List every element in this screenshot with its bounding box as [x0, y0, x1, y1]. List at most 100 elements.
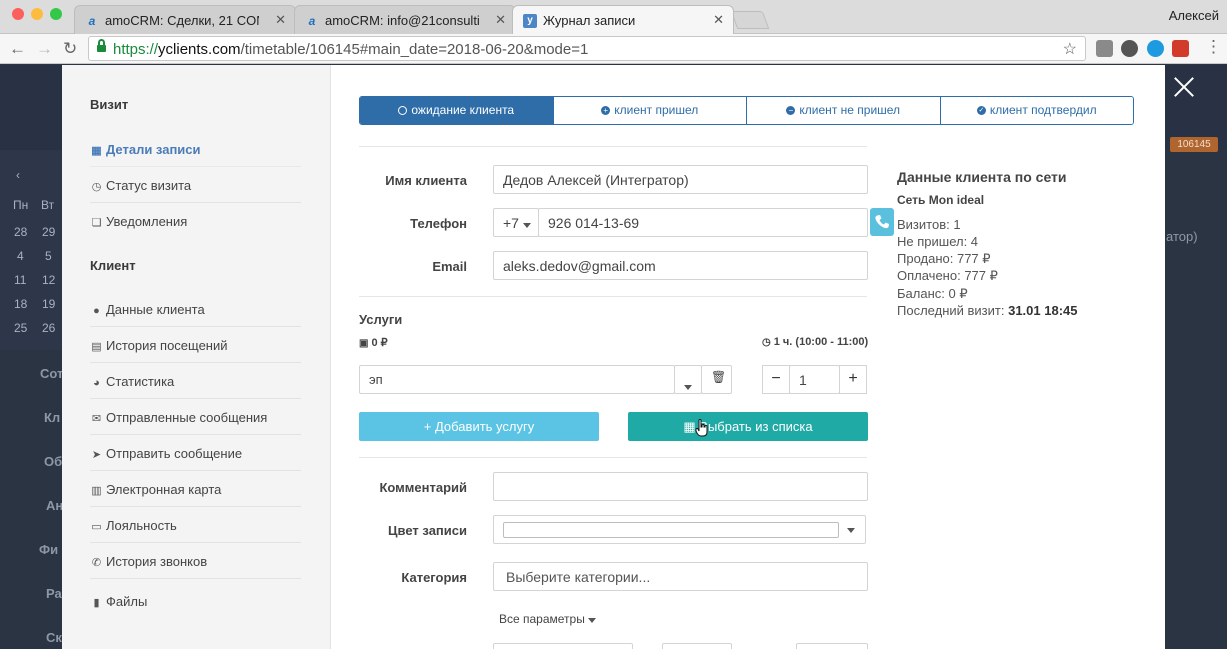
phone-input[interactable]: 926 014-13-69 [538, 208, 868, 237]
add-service-button[interactable]: + Добавить услугу [359, 412, 599, 441]
sidebar-heading-visit: Визит [90, 97, 129, 112]
client-name-label: Имя клиента [385, 173, 467, 188]
service-select-value: эп [369, 372, 383, 387]
reload-icon[interactable]: ↻ [63, 39, 77, 59]
services-duration-value: 1 ч. (10:00 - 11:00) [773, 336, 869, 348]
forward-arrow-icon[interactable]: → [36, 39, 53, 59]
sidebar-item-label: Отправить сообщение [106, 446, 243, 461]
close-icon[interactable]: ✕ [713, 12, 724, 28]
all-parameters-toggle[interactable]: Все параметры [499, 612, 597, 626]
weekday: Пн [13, 198, 29, 212]
status-tab-no-show[interactable]: клиент не пришел [746, 97, 940, 124]
client-sold: Продано: 777 ₽ [897, 251, 991, 266]
sidebar-heading-client: Клиент [90, 258, 136, 273]
window-maximize-button[interactable] [50, 8, 62, 20]
client-network-title: Данные клиента по сети [897, 169, 1067, 185]
window-close-button[interactable] [12, 8, 24, 20]
sidebar-item-statistics[interactable]: ◕ Статистика [90, 363, 301, 399]
email-input[interactable]: aleks.dedov@gmail.com [493, 251, 868, 280]
sidebar-item-files[interactable]: ▮ Файлы [90, 583, 301, 619]
browser-tab-journal[interactable]: y Журнал записи ✕ [512, 5, 734, 34]
client-last-visit: Последний визит: 31.01 18:45 [897, 303, 1078, 318]
extra-field[interactable] [662, 643, 732, 649]
url-input[interactable]: https://yclients.com/timetable/106145#ma… [88, 36, 1086, 61]
close-icon[interactable]: ✕ [275, 12, 286, 28]
sidebar-item-appointment-details[interactable]: ▦ Детали записи [90, 131, 301, 167]
clock-icon: ◷ [91, 181, 102, 193]
sidebar-item-visit-status[interactable]: ◷ Статус визита [90, 167, 301, 203]
lock-icon [97, 39, 106, 53]
phone-country-code-select[interactable]: +7 [493, 208, 539, 237]
category-label: Категория [401, 570, 467, 585]
status-tab-waiting[interactable]: ожидание клиента [360, 97, 553, 124]
tab-title: amoCRM: Сделки, 21 CONSUL [105, 13, 259, 28]
quantity-increase-button[interactable]: + [839, 365, 867, 394]
record-color-select[interactable] [493, 515, 866, 544]
status-tab-label: клиент пришел [614, 103, 699, 117]
bookmark-star-icon[interactable]: ☆ [1063, 39, 1077, 59]
sidebar-item-visit-history[interactable]: ▤ История посещений [90, 327, 301, 363]
browser-toolbar: ← → ↻ https://yclients.com/timetable/106… [0, 34, 1227, 64]
phone-country-code: +7 [503, 215, 519, 231]
sidebar-item-notifications[interactable]: ❏ Уведомления [90, 203, 301, 239]
service-select-toggle[interactable] [674, 365, 702, 394]
comments-icon: ❏ [91, 217, 102, 229]
client-name-input[interactable]: Дедов Алексей (Интегратор) [493, 165, 868, 194]
new-tab-button[interactable] [730, 11, 770, 29]
category-select[interactable]: Выберите категории... [493, 562, 868, 591]
extension-icon[interactable] [1096, 40, 1113, 57]
status-tab-confirmed[interactable]: клиент подтвердил [939, 97, 1133, 124]
browser-profile-name[interactable]: Алексей [1169, 8, 1219, 23]
calendar-icon: ▦ [91, 145, 102, 157]
sidebar-item-sent-messages[interactable]: ✉ Отправленные сообщения [90, 399, 301, 435]
quantity-decrease-button[interactable]: − [762, 365, 790, 394]
evernote-extension-icon[interactable] [1121, 40, 1138, 57]
client-no-show: Не пришел: 4 [897, 234, 979, 249]
minus-circle-icon [786, 97, 796, 124]
service-select[interactable]: эп [359, 365, 675, 394]
services-total-value: 0 ₽ [371, 337, 388, 349]
browser-tab-amocrm-deals[interactable]: a amoCRM: Сделки, 21 CONSUL ✕ [74, 5, 296, 34]
modal-close-icon[interactable] [1170, 74, 1198, 102]
call-button[interactable] [870, 208, 894, 236]
sidebar-item-label: Отправленные сообщения [106, 410, 268, 425]
trash-icon: 🗑 [711, 370, 727, 384]
sidebar-item-label: История посещений [106, 338, 228, 353]
amocrm-favicon-icon: a [88, 14, 96, 28]
sidebar-item-loyalty[interactable]: ▭ Лояльность [90, 507, 301, 543]
sync-extension-icon[interactable] [1147, 40, 1164, 57]
sidebar-item-send-message[interactable]: ➤ Отправить сообщение [90, 435, 301, 471]
menu-fragment: Фи [39, 542, 59, 557]
browser-menu-icon[interactable]: ⋮ [1205, 37, 1222, 57]
url-path: /timetable/106145#main_date=2018-06-20&m… [240, 41, 589, 58]
close-icon[interactable]: ✕ [495, 12, 506, 28]
sidebar-item-call-history[interactable]: ✆ История звонков [90, 543, 301, 579]
sidebar-item-client-data[interactable]: ● Данные клиента [90, 291, 301, 327]
money-icon: ▣ [359, 338, 369, 349]
calendar-day: 26 [42, 321, 56, 335]
calendar-day: 18 [14, 297, 28, 311]
calendar-day: 28 [14, 225, 28, 239]
last-visit-value: 31.01 18:45 [1008, 303, 1078, 318]
back-arrow-icon[interactable]: ← [9, 39, 26, 59]
choose-from-list-button[interactable]: ▦ Выбрать из списка [628, 412, 868, 441]
service-delete-button[interactable]: 🗑 [701, 365, 732, 394]
clock-icon [398, 106, 408, 115]
browser-tabstrip: a amoCRM: Сделки, 21 CONSUL ✕ a amoCRM: … [0, 0, 1227, 34]
tab-title: amoCRM: info@21consulting.r [325, 13, 479, 28]
extra-field[interactable] [796, 643, 868, 649]
grid-icon: ▦ [683, 419, 696, 434]
error-extension-icon[interactable] [1172, 40, 1189, 57]
comment-input[interactable] [493, 472, 868, 501]
divider [359, 457, 867, 458]
extra-field[interactable] [493, 643, 633, 649]
quantity-input[interactable]: 1 [789, 365, 840, 394]
barcode-icon: ▥ [91, 485, 102, 497]
record-color-label: Цвет записи [388, 523, 467, 538]
sidebar-item-electronic-card[interactable]: ▥ Электронная карта [90, 471, 301, 507]
caret-down-icon [684, 385, 692, 390]
status-tab-arrived[interactable]: клиент пришел [552, 97, 746, 124]
window-minimize-button[interactable] [31, 8, 43, 20]
browser-tab-amocrm-info[interactable]: a amoCRM: info@21consulting.r ✕ [294, 5, 516, 34]
modal-sidebar: Визит ▦ Детали записи ◷ Статус визита ❏ Уве… [62, 65, 331, 649]
